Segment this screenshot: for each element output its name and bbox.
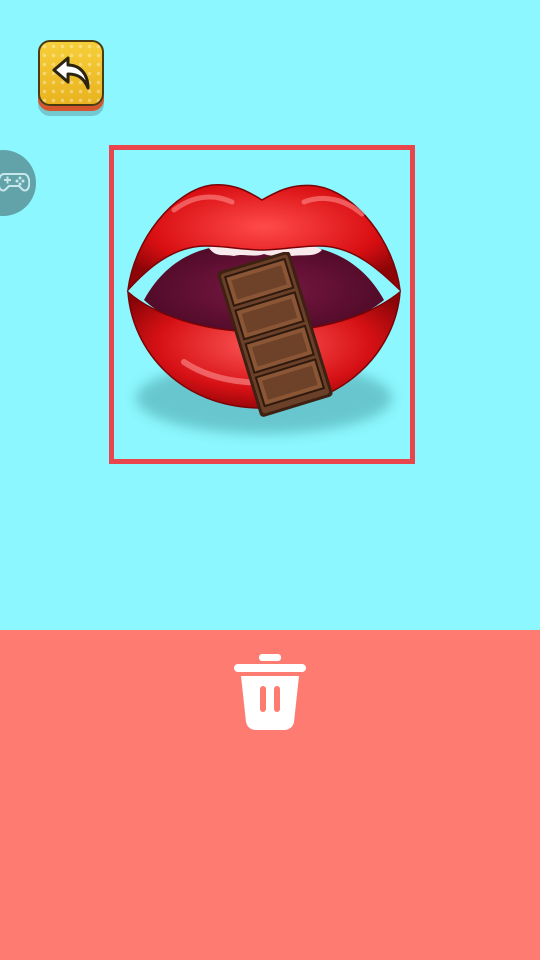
undo-arrow-icon	[52, 56, 90, 90]
game-screen	[0, 0, 540, 960]
selection-frame	[109, 145, 415, 464]
back-button[interactable]	[38, 40, 104, 106]
gamepad-icon	[0, 173, 30, 192]
trash-can-icon[interactable]	[231, 652, 309, 732]
